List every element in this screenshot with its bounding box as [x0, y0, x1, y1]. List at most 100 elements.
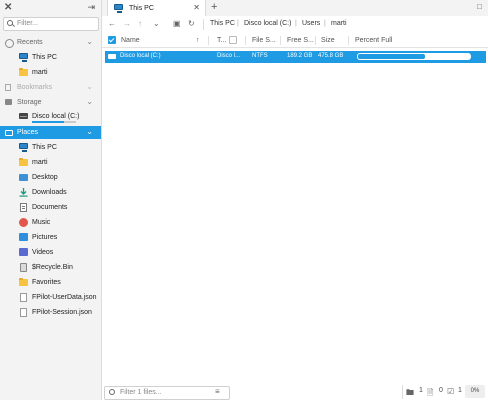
section-places[interactable]: Places ⌄ — [0, 126, 101, 139]
column-divider — [315, 36, 316, 45]
sidebar-collapse-icon[interactable]: ⇥ — [87, 2, 95, 13]
row-filesystem: NTFS — [252, 53, 268, 59]
open-in-explorer-icon[interactable]: ▣ — [173, 19, 181, 29]
recent-item-label: This PC — [32, 54, 57, 61]
row-free-space: 189.2 GB — [287, 53, 313, 59]
breadcrumb-separator: | — [295, 20, 297, 27]
place-item-label: Videos — [32, 249, 54, 256]
section-bookmarks[interactable]: Bookmarks ⌄ — [0, 81, 101, 94]
desktop-icon — [19, 174, 28, 181]
music-icon — [19, 218, 28, 227]
place-item-label: Desktop — [32, 174, 58, 181]
column-filesystem[interactable]: File S... — [252, 37, 276, 44]
recent-item-this-pc[interactable]: This PC — [0, 51, 101, 65]
list-view-icon[interactable]: ≡ — [215, 387, 220, 396]
folder-icon — [19, 158, 28, 166]
place-item-label: $Recycle.Bin — [32, 264, 73, 271]
file-filter-input[interactable]: Filter 1 files... — [104, 386, 230, 400]
sidebar: ✕ ⇥ Filter... Recents ⌄ This PC marti Bo… — [0, 0, 102, 400]
storage-item-disco-local[interactable]: Disco local (C:) — [0, 110, 101, 124]
column-percent-full[interactable]: Percent Full — [355, 37, 392, 44]
place-item-fpilot-session[interactable]: FPilot-Session.json — [0, 306, 101, 320]
drive-icon — [108, 54, 116, 59]
column-free-space[interactable]: Free S... — [287, 37, 314, 44]
column-name[interactable]: Name — [121, 37, 140, 44]
place-item-label: Documents — [32, 204, 68, 211]
chevron-down-icon[interactable]: ⌄ — [86, 127, 93, 136]
place-item-music[interactable]: Music — [0, 216, 101, 230]
column-divider — [348, 36, 349, 45]
place-item-favorites[interactable]: Favorites — [0, 276, 101, 290]
select-all-checkbox[interactable] — [108, 36, 116, 44]
window-menu-icon[interactable]: □ — [477, 2, 482, 11]
tab-this-pc[interactable]: This PC ✕ — [107, 0, 206, 16]
row-type: Disco l... — [217, 53, 241, 59]
up-icon[interactable]: ↑ — [138, 19, 142, 29]
place-item-documents[interactable]: Documents — [0, 201, 101, 215]
history-dropdown-icon[interactable]: ⌄ — [153, 19, 160, 29]
place-item-marti[interactable]: marti — [0, 156, 101, 170]
computer-icon — [19, 143, 28, 152]
selected-count: 1 — [458, 387, 462, 394]
column-size[interactable]: Size — [321, 37, 335, 44]
file-icon — [20, 308, 27, 317]
breadcrumb-users[interactable]: Users — [302, 20, 320, 27]
computer-icon — [19, 53, 28, 62]
app-logo: ✕ — [4, 2, 13, 13]
section-recents[interactable]: Recents ⌄ — [0, 36, 101, 49]
file-count: 0 — [439, 387, 443, 394]
back-icon[interactable]: ← — [108, 19, 116, 29]
section-storage[interactable]: Storage ⌄ — [0, 96, 101, 109]
folder-count-icon: 🖿 — [406, 388, 414, 397]
place-item-downloads[interactable]: Downloads — [0, 186, 101, 200]
table-row[interactable]: Disco local (C:) Disco l... NTFS 189.2 G… — [105, 51, 486, 63]
breadcrumb-disco-local[interactable]: Disco local (C:) — [244, 20, 291, 27]
chevron-down-icon[interactable]: ⌄ — [86, 97, 93, 106]
pictures-icon — [19, 233, 28, 241]
tab-label: This PC — [129, 5, 154, 12]
folder-count: 1 — [419, 387, 423, 394]
breadcrumb-separator: | — [324, 20, 326, 27]
row-name: Disco local (C:) — [120, 53, 161, 59]
recent-item-label: marti — [32, 69, 48, 76]
sidebar-filter-input[interactable]: Filter... — [3, 17, 99, 31]
new-tab-icon[interactable]: + — [211, 1, 217, 13]
column-checkbox[interactable] — [229, 36, 237, 44]
refresh-icon[interactable]: ↻ — [188, 19, 195, 29]
selected-count-icon: ☑ — [447, 387, 455, 396]
place-item-label: Favorites — [32, 279, 61, 286]
recycle-bin-icon — [20, 263, 27, 272]
download-icon — [19, 188, 28, 197]
place-item-desktop[interactable]: Desktop — [0, 171, 101, 185]
clock-icon — [5, 39, 14, 48]
zoom-indicator[interactable]: 0% — [465, 385, 485, 398]
breadcrumb-marti[interactable]: marti — [331, 20, 347, 27]
section-recents-label: Recents — [17, 39, 43, 46]
place-item-label: FPilot-UserData.json — [32, 294, 97, 301]
column-divider — [280, 36, 281, 45]
sidebar-filter-placeholder: Filter... — [17, 20, 39, 27]
place-item-videos[interactable]: Videos — [0, 246, 101, 260]
place-item-label: FPilot-Session.json — [32, 309, 92, 316]
drive-usage-bar — [32, 121, 76, 123]
chevron-down-icon[interactable]: ⌄ — [86, 82, 93, 91]
place-item-pictures[interactable]: Pictures — [0, 231, 101, 245]
section-places-label: Places — [17, 129, 39, 136]
percent-full-bar — [357, 53, 471, 60]
chevron-down-icon[interactable]: ⌄ — [86, 37, 93, 46]
drive-usage-fill — [32, 121, 64, 123]
place-item-recycle-bin[interactable]: $Recycle.Bin — [0, 261, 101, 275]
close-tab-icon[interactable]: ✕ — [193, 3, 200, 12]
place-item-fpilot-userdata[interactable]: FPilot-UserData.json — [0, 291, 101, 305]
sort-ascending-icon[interactable]: ↑ — [196, 37, 200, 44]
toolbar: ← → ↑ ⌄ ▣ ↻ This PC | Disco local (C:) |… — [102, 16, 488, 34]
toolbar-divider — [203, 19, 204, 30]
forward-icon[interactable]: → — [123, 19, 131, 29]
place-item-label: Downloads — [32, 189, 67, 196]
breadcrumb-this-pc[interactable]: This PC — [210, 20, 235, 27]
storage-item-label: Disco local (C:) — [32, 113, 80, 120]
breadcrumb-separator: | — [237, 20, 239, 27]
column-type[interactable]: T... — [217, 37, 226, 44]
recent-item-marti[interactable]: marti — [0, 66, 101, 80]
place-item-this-pc[interactable]: This PC — [0, 141, 101, 155]
